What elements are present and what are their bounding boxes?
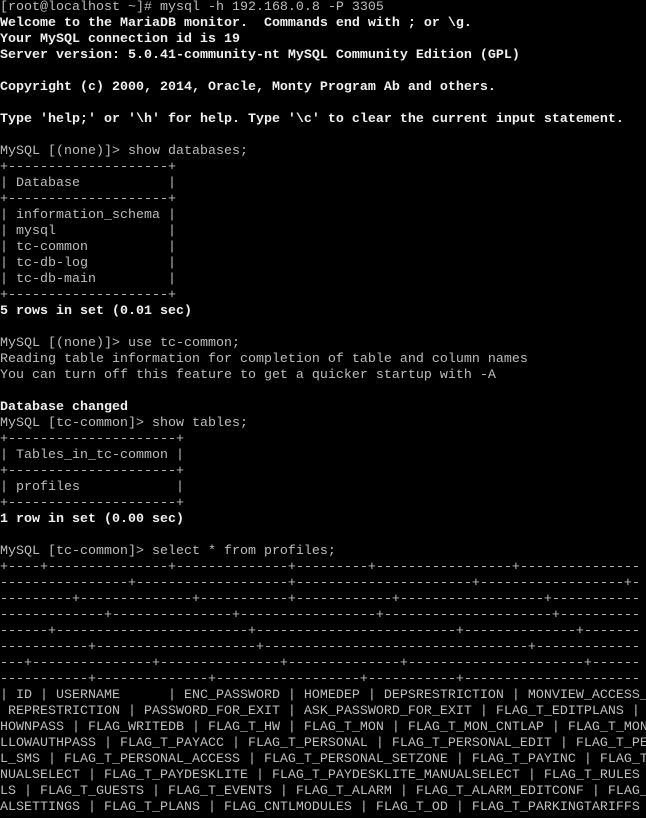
- terminal-line: -------------+---------------+----------…: [0, 608, 640, 623]
- terminal-line: | Tables_in_tc-common |: [0, 448, 184, 463]
- terminal-line: Type 'help;' or '\h' for help. Type '\c'…: [0, 112, 624, 127]
- terminal-line: | information_schema |: [0, 208, 176, 223]
- terminal-line: NUALSELECT | FLAG_T_PAYDESKLITE | FLAG_T…: [0, 768, 646, 783]
- terminal-line: 5 rows in set (0.01 sec): [0, 304, 192, 319]
- terminal-line: LLOWAUTHPASS | FLAG_T_PAYACC | FLAG_T_PE…: [0, 736, 646, 751]
- terminal-line: MySQL [(none)]> use tc-common;: [0, 336, 240, 351]
- terminal-line: MySQL [tc-common]> select * from profile…: [0, 544, 336, 559]
- terminal-line: Your MySQL connection id is 19: [0, 32, 240, 47]
- terminal-line: Welcome to the MariaDB monitor. Commands…: [0, 16, 472, 31]
- terminal-line: | tc-common |: [0, 240, 176, 255]
- terminal-line: +--------------------+: [0, 160, 176, 175]
- terminal-line: You can turn off this feature to get a q…: [0, 368, 496, 383]
- terminal-output[interactable]: [root@localhost ~]# mysql -h 192.168.0.8…: [0, 0, 646, 818]
- terminal-line: ---------+--------------+-----------+---…: [0, 592, 640, 607]
- terminal-line: L_SMS | FLAG_T_PERSONAL_ACCESS | FLAG_T_…: [0, 752, 646, 767]
- terminal-line: MySQL [tc-common]> show tables;: [0, 416, 248, 431]
- terminal-line: HOWNPASS | FLAG_WRITEDB | FLAG_T_HW | FL…: [0, 720, 646, 735]
- terminal-line: +--------------------+: [0, 288, 176, 303]
- terminal-line: Server version: 5.0.41-community-nt MySQ…: [0, 48, 520, 63]
- terminal-line: +---------------------+: [0, 496, 184, 511]
- terminal-line: | mysql |: [0, 224, 176, 239]
- terminal-line: Database changed: [0, 400, 128, 415]
- terminal-line: Copyright (c) 2000, 2014, Oracle, Monty …: [0, 80, 496, 95]
- terminal-line: | tc-db-main |: [0, 272, 176, 287]
- terminal-line: LS | FLAG_T_GUESTS | FLAG_T_EVENTS | FLA…: [0, 784, 646, 799]
- terminal-line: REPRESTRICTION | PASSWORD_FOR_EXIT | ASK…: [0, 704, 646, 719]
- terminal-line: +---------------------+: [0, 432, 184, 447]
- terminal-line: ------+------------------------+--------…: [0, 624, 640, 639]
- terminal-line: | profiles |: [0, 480, 184, 495]
- terminal-line: | ID | USERNAME | ENC_PASSWORD | HOMEDEP…: [0, 688, 646, 703]
- terminal-line: ----------------+-------------------+---…: [0, 576, 640, 591]
- terminal-line: -----------+--------------+-------------…: [0, 672, 640, 687]
- terminal-line: Reading table information for completion…: [0, 352, 528, 367]
- terminal-line: +---------------------+: [0, 464, 184, 479]
- terminal-line: | Database |: [0, 176, 176, 191]
- terminal-line: MySQL [(none)]> show databases;: [0, 144, 248, 159]
- terminal-line: [root@localhost ~]# mysql -h 192.168.0.8…: [0, 0, 384, 15]
- terminal-line: +----+---------------+--------------+---…: [0, 560, 640, 575]
- terminal-line: +--------------------+: [0, 192, 176, 207]
- terminal-line: | tc-db-log |: [0, 256, 176, 271]
- terminal-line: ALSETTINGS | FLAG_T_PLANS | FLAG_CNTLMOD…: [0, 800, 646, 815]
- terminal-line: 1 row in set (0.00 sec): [0, 512, 184, 527]
- terminal-line: ---+---------------+---------------+----…: [0, 656, 640, 671]
- terminal-line: -----------+--------------------+-------…: [0, 640, 640, 655]
